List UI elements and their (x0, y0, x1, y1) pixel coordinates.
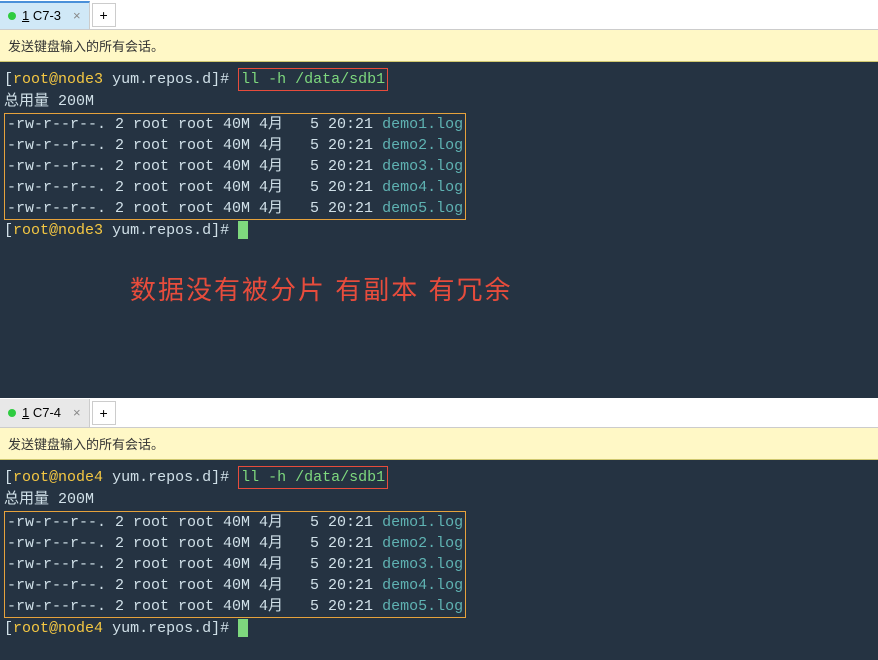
close-icon[interactable]: × (73, 8, 81, 23)
status-dot-icon (8, 12, 16, 20)
tab-label: 1 C7-4 (22, 405, 61, 420)
add-tab-button[interactable]: + (92, 401, 116, 425)
file-row: -rw-r--r--. 2 root root 40M 4月 5 20:21 d… (7, 156, 463, 177)
tab-bar-bottom: 1 C7-4 × + (0, 398, 878, 428)
file-row: -rw-r--r--. 2 root root 40M 4月 5 20:21 d… (7, 575, 463, 596)
tab-c7-4[interactable]: 1 C7-4 × (0, 399, 90, 427)
cursor-icon (238, 619, 248, 637)
terminal-top[interactable]: [root@node3 yum.repos.d]# ll -h /data/sd… (0, 62, 878, 398)
file-row: -rw-r--r--. 2 root root 40M 4月 5 20:21 d… (7, 554, 463, 575)
broadcast-notice: 发送键盘输入的所有会话。 (0, 428, 878, 460)
annotation-text: 数据没有被分片 有副本 有冗余 (130, 272, 512, 308)
file-row: -rw-r--r--. 2 root root 40M 4月 5 20:21 d… (7, 114, 463, 135)
terminal-bottom[interactable]: [root@node4 yum.repos.d]# ll -h /data/sd… (0, 460, 878, 660)
prompt-line-idle: [root@node4 yum.repos.d]# (4, 618, 874, 639)
add-tab-button[interactable]: + (92, 3, 116, 27)
file-row: -rw-r--r--. 2 root root 40M 4月 5 20:21 d… (7, 198, 463, 219)
file-row: -rw-r--r--. 2 root root 40M 4月 5 20:21 d… (7, 177, 463, 198)
tab-bar-top: 1 C7-3 × + (0, 0, 878, 30)
prompt-line: [root@node3 yum.repos.d]# ll -h /data/sd… (4, 68, 874, 91)
command-highlight: ll -h /data/sdb1 (238, 466, 388, 489)
prompt-line-idle: [root@node3 yum.repos.d]# (4, 220, 874, 241)
file-row: -rw-r--r--. 2 root root 40M 4月 5 20:21 d… (7, 533, 463, 554)
tab-c7-3[interactable]: 1 C7-3 × (0, 1, 90, 29)
command-highlight: ll -h /data/sdb1 (238, 68, 388, 91)
file-row: -rw-r--r--. 2 root root 40M 4月 5 20:21 d… (7, 596, 463, 617)
tab-label: 1 C7-3 (22, 8, 61, 23)
prompt-line: [root@node4 yum.repos.d]# ll -h /data/sd… (4, 466, 874, 489)
listing-highlight: -rw-r--r--. 2 root root 40M 4月 5 20:21 d… (4, 511, 466, 618)
close-icon[interactable]: × (73, 405, 81, 420)
broadcast-notice: 发送键盘输入的所有会话。 (0, 30, 878, 62)
total-line: 总用量 200M (4, 489, 874, 510)
cursor-icon (238, 221, 248, 239)
file-row: -rw-r--r--. 2 root root 40M 4月 5 20:21 d… (7, 135, 463, 156)
status-dot-icon (8, 409, 16, 417)
file-row: -rw-r--r--. 2 root root 40M 4月 5 20:21 d… (7, 512, 463, 533)
total-line: 总用量 200M (4, 91, 874, 112)
listing-highlight: -rw-r--r--. 2 root root 40M 4月 5 20:21 d… (4, 113, 466, 220)
